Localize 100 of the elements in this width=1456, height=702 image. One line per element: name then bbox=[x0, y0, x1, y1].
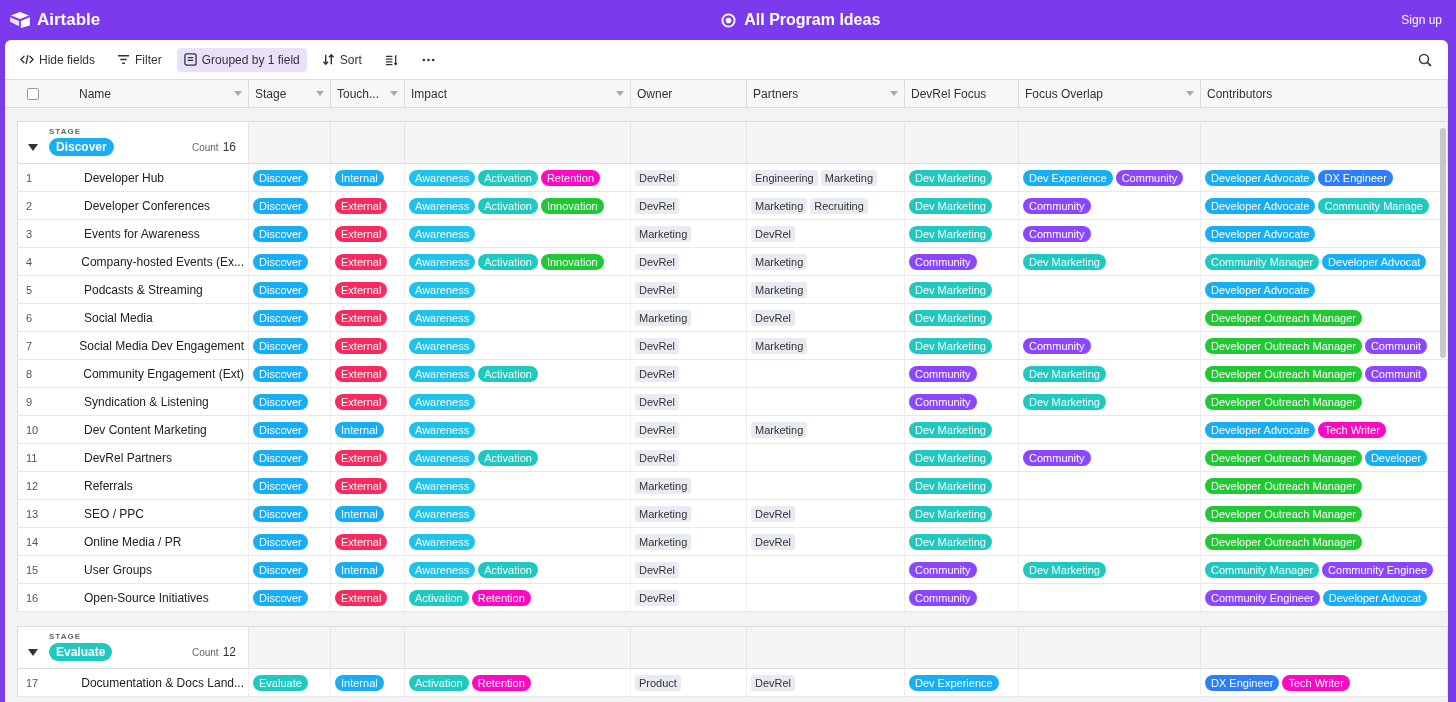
caret-icon[interactable] bbox=[890, 91, 898, 96]
record-name[interactable]: Open-Source Initiatives bbox=[84, 590, 209, 605]
group-tag: Discover bbox=[49, 138, 114, 156]
tag: DX Engineer bbox=[1318, 169, 1393, 186]
collapse-icon[interactable] bbox=[28, 648, 38, 656]
column-header[interactable]: Focus Overlap bbox=[1025, 86, 1182, 101]
tag: Community Manager bbox=[1205, 253, 1320, 270]
tag: Communit bbox=[1364, 337, 1428, 354]
record-name[interactable]: Dev Content Marketing bbox=[84, 422, 207, 437]
row-number: 13 bbox=[26, 507, 40, 520]
partner-chip: Marketing bbox=[820, 169, 877, 186]
tag: Discover bbox=[253, 225, 308, 242]
sort-button[interactable]: Sort bbox=[314, 47, 369, 72]
owner-chip: DevRel bbox=[635, 421, 680, 438]
column-header[interactable]: Partners bbox=[753, 86, 886, 101]
tag: Activation bbox=[409, 674, 469, 691]
record-name[interactable]: User Groups bbox=[84, 562, 153, 577]
owner-chip: DevRel bbox=[635, 449, 680, 466]
record-name[interactable]: Online Media / PR bbox=[84, 534, 182, 549]
scrollbar[interactable] bbox=[1440, 128, 1446, 358]
tag: Developer Outreach Manager bbox=[1205, 393, 1362, 410]
filter-button[interactable]: Filter bbox=[110, 47, 169, 72]
record-name[interactable]: SEO / PPC bbox=[84, 506, 145, 521]
tag: Discover bbox=[253, 589, 308, 606]
tag: Dev Marketing bbox=[1023, 253, 1106, 270]
record-name[interactable]: DevRel Partners bbox=[84, 450, 173, 465]
tag: Awareness bbox=[409, 337, 476, 354]
column-header[interactable]: Owner bbox=[637, 86, 740, 101]
tag: Community bbox=[909, 561, 977, 578]
record-name[interactable]: Referrals bbox=[84, 478, 133, 493]
tag: Dev Marketing bbox=[909, 169, 992, 186]
partner-chip: DevRel bbox=[751, 674, 796, 691]
tag: Tech Writer bbox=[1318, 421, 1386, 438]
tag: Dev Experience bbox=[909, 674, 999, 691]
tag: External bbox=[335, 197, 388, 214]
partner-chip: Marketing bbox=[751, 253, 808, 270]
record-name[interactable]: Events for Awareness bbox=[84, 226, 200, 241]
record-name[interactable]: Social Media Dev Engagement bbox=[79, 338, 244, 353]
tag: External bbox=[335, 309, 388, 326]
hide-button[interactable]: Hide fields bbox=[13, 47, 103, 72]
column-header[interactable]: Stage bbox=[255, 86, 312, 101]
group-button[interactable]: Grouped by 1 field bbox=[176, 47, 307, 72]
column-header[interactable]: DevRel Focus bbox=[911, 86, 1012, 101]
owner-chip: DevRel bbox=[635, 393, 680, 410]
column-header[interactable]: Name bbox=[79, 86, 230, 101]
tag: Developer Outreach Manager bbox=[1205, 309, 1362, 326]
tag: Discover bbox=[253, 393, 308, 410]
record-name[interactable]: Podcasts & Streaming bbox=[84, 282, 203, 297]
collapse-icon[interactable] bbox=[28, 143, 38, 151]
record-name[interactable]: Community Engagement (Ext) bbox=[83, 366, 244, 381]
row-number: 4 bbox=[26, 255, 34, 268]
tag: Community bbox=[909, 589, 977, 606]
record-name[interactable]: Documentation & Docs Land... bbox=[81, 675, 244, 690]
row-number: 11 bbox=[26, 451, 39, 464]
column-header[interactable]: Contributors bbox=[1207, 86, 1441, 101]
record-name[interactable]: Company-hosted Events (Ex... bbox=[81, 254, 244, 269]
tag: Innovation bbox=[540, 197, 604, 214]
tag: Activation bbox=[409, 589, 469, 606]
tag: Retention bbox=[540, 169, 600, 186]
search-icon[interactable] bbox=[1418, 52, 1432, 67]
group-field-label: STAGE bbox=[49, 127, 82, 136]
tag: Dev Marketing bbox=[909, 281, 992, 298]
caret-icon[interactable] bbox=[616, 91, 624, 96]
tag: Awareness bbox=[409, 309, 476, 326]
caret-icon[interactable] bbox=[316, 91, 324, 96]
tag: External bbox=[335, 533, 388, 550]
tag: Dev Marketing bbox=[1023, 561, 1106, 578]
owner-chip: Marketing bbox=[635, 309, 692, 326]
tag: Discover bbox=[253, 365, 308, 382]
tag: Discover bbox=[253, 421, 308, 438]
sign-up-link[interactable]: Sign up bbox=[1401, 13, 1442, 27]
owner-chip: DevRel bbox=[635, 169, 680, 186]
tag: External bbox=[335, 281, 388, 298]
record-name[interactable]: Syndication & Listening bbox=[84, 394, 209, 409]
tag: Activation bbox=[478, 449, 538, 466]
caret-icon[interactable] bbox=[390, 91, 398, 96]
view-title: All Program Ideas bbox=[744, 11, 881, 29]
column-header[interactable]: Touch... bbox=[337, 86, 386, 101]
owner-chip: DevRel bbox=[635, 197, 680, 214]
record-name[interactable]: Social Media bbox=[84, 310, 153, 325]
caret-icon[interactable] bbox=[1186, 91, 1194, 96]
record-name[interactable]: Developer Hub bbox=[84, 170, 165, 185]
tag: Awareness bbox=[409, 169, 476, 186]
partner-chip: DevRel bbox=[751, 505, 796, 522]
record-name[interactable]: Developer Conferences bbox=[84, 198, 211, 213]
filter-icon bbox=[117, 54, 131, 65]
tag: Internal bbox=[335, 674, 384, 691]
caret-icon[interactable] bbox=[234, 91, 242, 96]
tag: External bbox=[335, 253, 388, 270]
tag: Tech Writer bbox=[1282, 674, 1350, 691]
column-header[interactable]: Impact bbox=[411, 86, 612, 101]
row-number: 15 bbox=[26, 563, 40, 576]
group-tag: Evaluate bbox=[49, 643, 113, 661]
select-all-checkbox[interactable] bbox=[27, 87, 39, 100]
tag: Developer Advocate bbox=[1205, 281, 1316, 298]
tag: Internal bbox=[335, 561, 384, 578]
tag: Discover bbox=[253, 253, 308, 270]
owner-chip: Marketing bbox=[635, 225, 692, 242]
tag: Dev Marketing bbox=[909, 225, 992, 242]
tag: Community bbox=[909, 365, 977, 382]
